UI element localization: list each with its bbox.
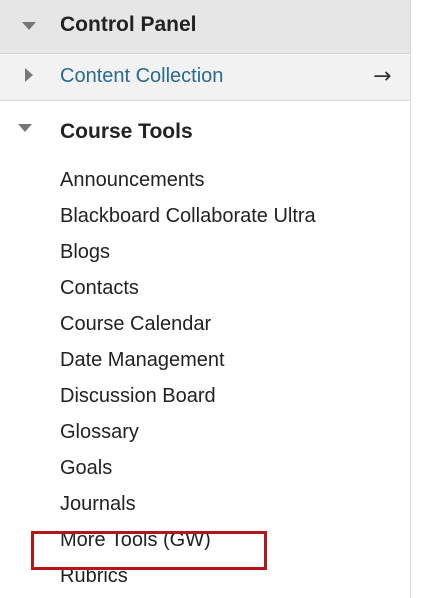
course-tools-list: Announcements Blackboard Collaborate Ult… bbox=[60, 162, 316, 594]
control-panel-header[interactable]: Control Panel bbox=[0, 0, 410, 54]
course-tool-rubrics[interactable]: Rubrics bbox=[60, 558, 316, 594]
control-panel-menu: Control Panel Content Collection → Cours… bbox=[0, 0, 411, 598]
course-tool-contacts[interactable]: Contacts bbox=[60, 270, 316, 306]
course-tool-blogs[interactable]: Blogs bbox=[60, 234, 316, 270]
course-tool-blackboard-collaborate-ultra[interactable]: Blackboard Collaborate Ultra bbox=[60, 198, 316, 234]
collapsed-arrow-icon[interactable] bbox=[25, 68, 33, 82]
course-tool-journals[interactable]: Journals bbox=[60, 486, 316, 522]
course-tool-glossary[interactable]: Glossary bbox=[60, 414, 316, 450]
course-tools-title[interactable]: Course Tools bbox=[60, 120, 193, 144]
course-tool-goals[interactable]: Goals bbox=[60, 450, 316, 486]
course-tool-course-calendar[interactable]: Course Calendar bbox=[60, 306, 316, 342]
right-arrow-icon[interactable]: → bbox=[373, 64, 391, 89]
content-collection-link[interactable]: Content Collection bbox=[60, 65, 223, 88]
expand-arrow-icon[interactable] bbox=[18, 124, 32, 132]
control-panel-title: Control Panel bbox=[60, 13, 197, 36]
content-collection-row[interactable]: Content Collection → bbox=[0, 54, 410, 101]
expand-arrow-icon[interactable] bbox=[22, 22, 36, 30]
course-tool-discussion-board[interactable]: Discussion Board bbox=[60, 378, 316, 414]
course-tool-announcements[interactable]: Announcements bbox=[60, 162, 316, 198]
course-tool-more-tools-gw[interactable]: More Tools (GW) bbox=[60, 522, 316, 558]
course-tool-date-management[interactable]: Date Management bbox=[60, 342, 316, 378]
